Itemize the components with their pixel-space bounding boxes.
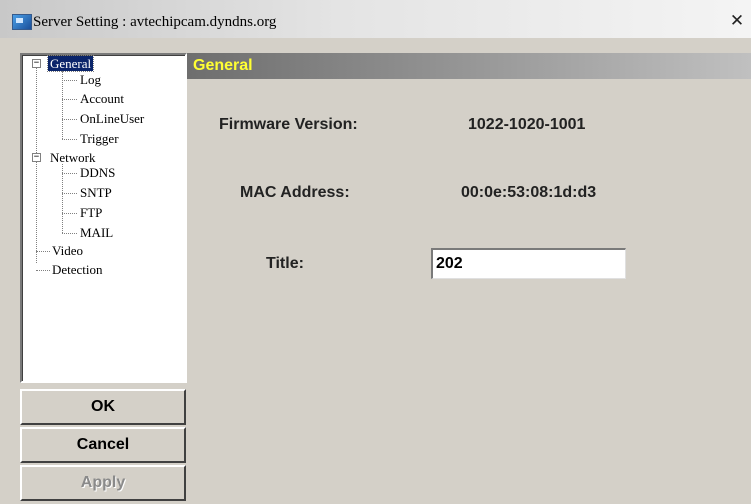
tree-connector	[36, 270, 50, 271]
app-window-icon	[12, 14, 32, 30]
tree-connector	[62, 80, 77, 81]
tree-connector	[36, 68, 37, 263]
window-title-bar: Server Setting : avtechipcam.dyndns.org …	[0, 0, 751, 38]
mac-address-value: 00:0e:53:08:1d:d3	[461, 184, 597, 201]
tree-item-general[interactable]: General	[46, 55, 95, 72]
tree-item-network[interactable]: Network	[48, 150, 98, 165]
title-input[interactable]	[431, 248, 626, 279]
close-icon[interactable]: ✕	[727, 11, 747, 31]
tree-connector	[62, 164, 63, 233]
tree-connector	[62, 193, 77, 194]
tree-connector	[62, 213, 77, 214]
tree-item-log[interactable]: Log	[78, 72, 103, 87]
tree-connector	[62, 173, 77, 174]
tree-item-ftp[interactable]: FTP	[78, 205, 104, 220]
apply-button[interactable]: Apply	[20, 465, 186, 501]
tree-connector	[36, 251, 50, 252]
tree-item-trigger[interactable]: Trigger	[78, 131, 121, 146]
tree-connector	[62, 233, 77, 234]
firmware-version-label: Firmware Version:	[219, 116, 358, 133]
window-title: Server Setting : avtechipcam.dyndns.org	[33, 14, 277, 30]
tree-connector	[62, 99, 77, 100]
mac-address-label: MAC Address:	[240, 184, 350, 201]
tree-connector	[62, 139, 77, 140]
tree-item-video[interactable]: Video	[50, 243, 85, 258]
title-label: Title:	[266, 255, 304, 272]
ok-button[interactable]: OK	[20, 389, 186, 425]
tree-item-account[interactable]: Account	[78, 91, 126, 106]
tree-connector	[62, 119, 77, 120]
firmware-version-value: 1022-1020-1001	[468, 116, 586, 133]
tree-item-onlineuser[interactable]: OnLineUser	[78, 111, 146, 126]
tree-connector	[62, 71, 63, 139]
settings-tree[interactable]: − General Log Account OnLineUser Trigger…	[20, 53, 187, 383]
section-header: General	[187, 53, 751, 79]
tree-collapse-icon[interactable]: −	[32, 153, 41, 162]
settings-content: General Firmware Version: 1022-1020-1001…	[187, 53, 751, 504]
tree-collapse-icon[interactable]: −	[32, 59, 41, 68]
cancel-button[interactable]: Cancel	[20, 427, 186, 463]
tree-item-detection[interactable]: Detection	[50, 262, 105, 277]
tree-item-ddns[interactable]: DDNS	[78, 165, 117, 180]
tree-item-mail[interactable]: MAIL	[78, 225, 115, 240]
tree-item-sntp[interactable]: SNTP	[78, 185, 114, 200]
